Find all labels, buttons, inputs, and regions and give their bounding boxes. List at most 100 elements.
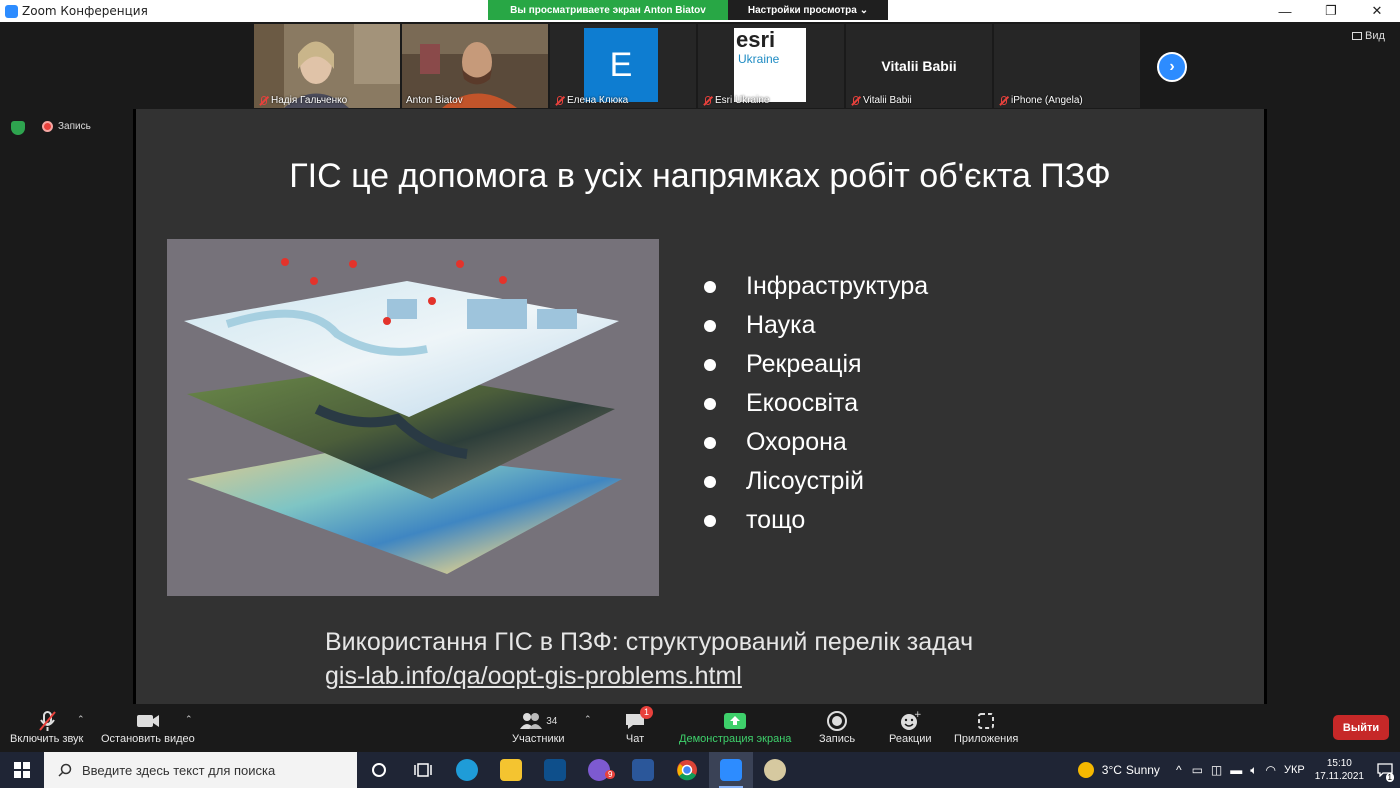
system-tray: 3°C Sunny ^ ▭ ◫ ▬ 🔈︎ ◠ УКР 15:10 17.11.2…	[1077, 752, 1400, 788]
taskbar-app-explorer[interactable]	[489, 752, 533, 788]
bullet-dot-icon	[704, 436, 716, 449]
taskbar-app-chrome[interactable]	[665, 752, 709, 788]
webex-icon	[544, 759, 566, 781]
bullet-text: Інфраструктура	[746, 272, 929, 300]
participant-name: iPhone (Angela)	[1011, 95, 1083, 106]
bullet-item: Інфраструктура	[704, 267, 928, 306]
stop-video-button[interactable]: Остановить видео	[101, 709, 195, 745]
tray-app-icon[interactable]: ▭	[1192, 763, 1203, 777]
windows-start-button[interactable]	[0, 752, 44, 788]
window-title: Zoom Конференция	[22, 4, 148, 18]
participant-display-name: Vitalii Babii	[881, 58, 957, 74]
bullet-text: Екоосвіта	[746, 389, 859, 417]
taskbar-app-word[interactable]	[621, 752, 665, 788]
task-view-button[interactable]	[401, 752, 445, 788]
weather-text[interactable]: Sunny	[1126, 763, 1160, 777]
taskbar-app-webex[interactable]	[533, 752, 577, 788]
recording-label: Запись	[58, 121, 91, 132]
windows-taskbar: Введите здесь текст для поиска 9 3°C Sun…	[0, 752, 1400, 788]
participant-name-bar: Esri Ukraine	[702, 95, 769, 106]
notification-center-button[interactable]: 1	[1370, 752, 1400, 788]
network-icon[interactable]: ◫	[1211, 763, 1222, 777]
apps-icon	[976, 709, 996, 733]
muted-mic-icon	[998, 95, 1008, 106]
participant-tile[interactable]: Vitalii Babii Vitalii Babii	[846, 24, 992, 108]
participant-name: Елена Клюка	[567, 95, 629, 106]
search-placeholder: Введите здесь текст для поиска	[82, 762, 276, 778]
close-button[interactable]: ✕	[1354, 0, 1400, 22]
recording-indicator[interactable]: Запись	[42, 121, 91, 132]
muted-mic-icon	[554, 95, 564, 106]
bullet-text: Наука	[746, 311, 816, 339]
participant-tile[interactable]: iPhone (Angela)	[994, 24, 1140, 108]
taskbar-app-zoom[interactable]	[709, 752, 753, 788]
apps-button[interactable]: Приложения	[954, 709, 1018, 745]
security-shield-icon[interactable]	[11, 121, 25, 135]
participants-button[interactable]: 34 Участники	[512, 709, 565, 745]
participant-name: Anton Biatov	[406, 95, 463, 106]
maximize-button[interactable]: ❐	[1308, 0, 1354, 22]
paint-icon	[764, 759, 786, 781]
participant-tile[interactable]: esri Ukraine Esri Ukraine	[698, 24, 844, 108]
taskbar-app-edge[interactable]	[445, 752, 489, 788]
bullet-text: Охорона	[746, 428, 847, 456]
battery-icon[interactable]: ▬	[1230, 763, 1242, 777]
edge-icon	[456, 759, 478, 781]
video-camera-icon	[135, 709, 161, 733]
participant-name-bar: Елена Клюка	[554, 95, 628, 106]
task-view-icon	[414, 763, 432, 777]
volume-icon[interactable]: 🔈︎	[1250, 763, 1257, 778]
shared-screen-slide: ГІС це допомога в усіх напрямках робіт о…	[133, 109, 1267, 704]
apps-label: Приложения	[954, 733, 1019, 745]
share-screen-button[interactable]: Демонстрация экрана	[679, 709, 791, 745]
esri-ukraine-logo: esri Ukraine	[734, 28, 806, 102]
language-indicator[interactable]: УКР	[1284, 764, 1305, 776]
stop-video-label: Остановить видео	[101, 733, 195, 745]
word-icon	[632, 759, 654, 781]
reactions-button[interactable]: + Реакции	[889, 709, 932, 745]
wifi-icon[interactable]: ◠	[1265, 763, 1275, 777]
slide-title: ГІС це допомога в усіх напрямках робіт о…	[289, 157, 1111, 195]
weather-temp[interactable]: 3°C	[1102, 763, 1122, 777]
participant-tile[interactable]: Надія Гальченко	[254, 24, 400, 108]
chat-label: Чат	[625, 733, 645, 745]
muted-mic-icon	[35, 709, 59, 733]
view-options-button[interactable]: Настройки просмотра ⌄	[728, 0, 888, 20]
share-screen-icon	[723, 709, 747, 733]
bullet-item: тощо	[704, 501, 928, 540]
unmute-button[interactable]: Включить звук	[10, 709, 83, 745]
leave-meeting-button[interactable]: Выйти	[1333, 715, 1389, 740]
participant-name: Esri Ukraine	[715, 95, 770, 106]
video-options-chevron-icon[interactable]: ⌃	[185, 714, 193, 725]
view-label: Вид	[1365, 30, 1385, 42]
clock-date: 17.11.2021	[1314, 771, 1364, 782]
participant-tile[interactable]: E Елена Клюка	[550, 24, 696, 108]
chevron-right-icon: ›	[1169, 58, 1175, 75]
chrome-icon	[677, 760, 697, 781]
chat-unread-badge: 1	[640, 706, 654, 719]
participant-tile-active-speaker[interactable]: Anton Biatov	[402, 24, 548, 108]
taskbar-clock[interactable]: 15:10 17.11.2021	[1315, 757, 1364, 783]
bullet-item: Лісоустрій	[704, 462, 928, 501]
taskbar-app-viber[interactable]: 9	[577, 752, 621, 788]
share-screen-label: Демонстрация экрана	[679, 733, 792, 745]
participant-name-bar: iPhone (Angela)	[998, 95, 1083, 106]
recording-icon	[42, 121, 53, 132]
viber-badge: 9	[605, 770, 616, 779]
gallery-next-page-button[interactable]: ›	[1157, 52, 1187, 82]
bullet-dot-icon	[704, 319, 716, 332]
participant-avatar: E	[584, 28, 658, 102]
file-explorer-icon	[500, 759, 522, 781]
participant-name-bar: Vitalii Babii	[850, 95, 912, 106]
cortana-button[interactable]	[357, 752, 401, 788]
taskbar-app-paint[interactable]	[753, 752, 797, 788]
record-button[interactable]: Запись	[819, 709, 855, 745]
tray-overflow-chevron-icon[interactable]: ^	[1176, 763, 1182, 777]
view-button[interactable]: Вид	[1352, 30, 1385, 42]
emoji-plus-icon: +	[899, 709, 921, 733]
taskbar-search-box[interactable]: Введите здесь текст для поиска	[44, 752, 357, 788]
minimize-button[interactable]: —	[1262, 0, 1308, 22]
audio-options-chevron-icon[interactable]: ⌃	[77, 714, 85, 725]
search-icon	[58, 763, 72, 777]
participants-options-chevron-icon[interactable]: ⌃	[584, 714, 592, 725]
